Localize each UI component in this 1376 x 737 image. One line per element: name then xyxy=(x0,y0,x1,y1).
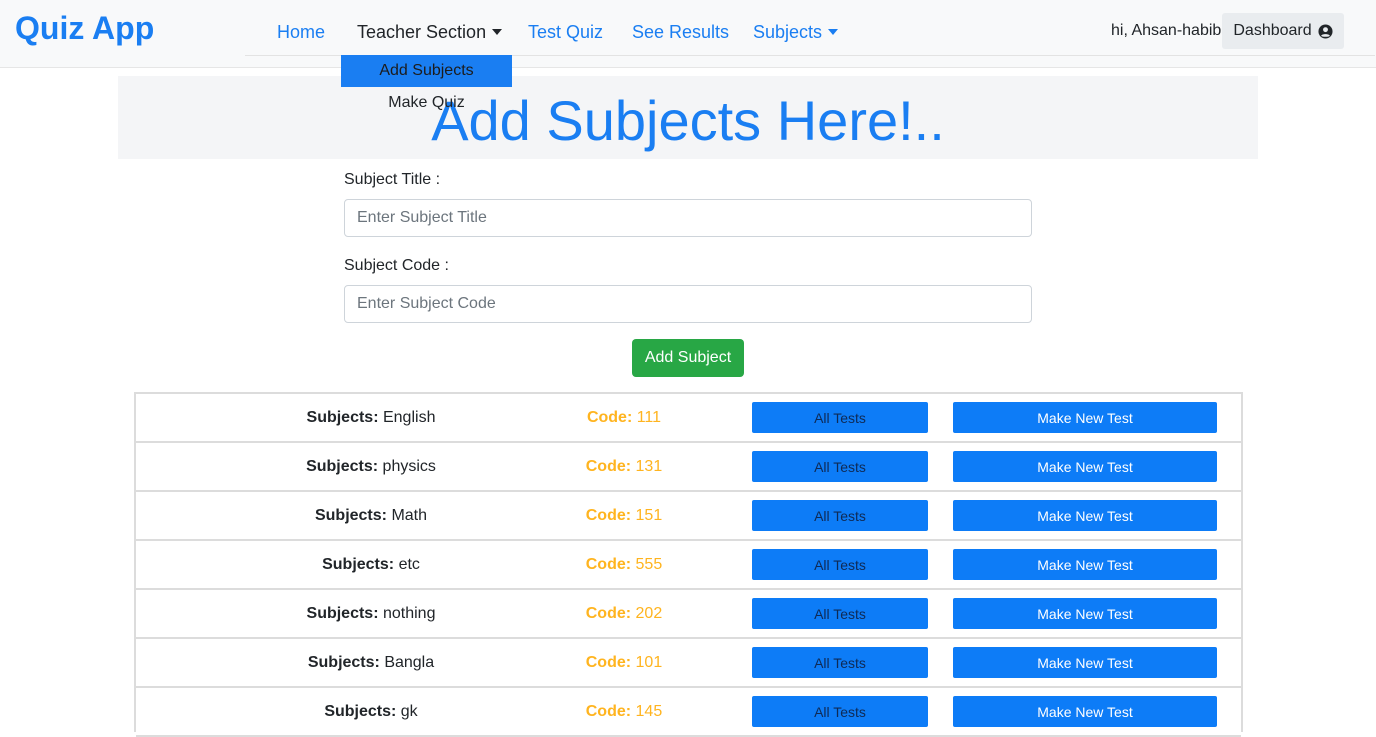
nav-link-home[interactable]: Home xyxy=(277,22,325,43)
subject-prefix: Subjects: xyxy=(314,506,387,524)
code-cell: Code: 151 xyxy=(526,492,722,539)
code-cell: Code: 111 xyxy=(526,394,722,441)
code-cell: Code: 202 xyxy=(526,590,722,637)
nav-dropdown-teacher-section-label: Teacher Section xyxy=(357,22,487,42)
dashboard-button[interactable]: Dashboard xyxy=(1222,13,1344,49)
user-greeting: hi, Ahsan-habib xyxy=(1111,22,1222,39)
code-prefix: Code: xyxy=(585,653,632,671)
page-title: Add Subjects Here!.. xyxy=(431,89,945,152)
make-new-test-button[interactable]: Make New Test xyxy=(953,549,1217,580)
subject-prefix: Subjects: xyxy=(307,653,380,671)
subject-name: physics xyxy=(382,457,436,475)
code-prefix: Code: xyxy=(585,506,632,524)
code-cell: Code: 131 xyxy=(526,443,722,490)
subject-code-label: Subject Code : xyxy=(344,257,449,274)
subject-code: 101 xyxy=(635,653,663,671)
table-row: Subjects: English Code: 111 All Tests Ma… xyxy=(136,394,1241,443)
caret-down-icon xyxy=(828,29,839,35)
subject-name: gk xyxy=(400,702,418,720)
code-prefix: Code: xyxy=(585,702,632,720)
subject-prefix: Subjects: xyxy=(324,702,397,720)
all-tests-button[interactable]: All Tests xyxy=(752,500,928,531)
table-row: Subjects: etc Code: 555 All Tests Make N… xyxy=(136,541,1241,590)
table-row: Subjects: Math Code: 151 All Tests Make … xyxy=(136,492,1241,541)
subject-name: English xyxy=(382,408,436,426)
add-subject-button[interactable]: Add Subject xyxy=(632,339,744,377)
subject-code: 111 xyxy=(636,408,662,426)
dashboard-button-label: Dashboard xyxy=(1233,22,1312,39)
dropdown-item-make-quiz[interactable]: Make Quiz xyxy=(341,87,512,119)
subject-title-label: Subject Title : xyxy=(344,171,441,188)
subject-name: Math xyxy=(391,506,428,524)
brand-logo[interactable]: Quiz App xyxy=(15,10,154,47)
subject-title-input[interactable] xyxy=(344,199,1032,237)
caret-down-icon xyxy=(492,29,503,35)
user-circle-icon xyxy=(1318,23,1333,39)
make-new-test-button[interactable]: Make New Test xyxy=(953,500,1217,531)
subject-code: 151 xyxy=(635,506,663,524)
all-tests-button[interactable]: All Tests xyxy=(752,451,928,482)
subject-code: 555 xyxy=(635,555,663,573)
subject-prefix: Subjects: xyxy=(322,555,395,573)
subject-name: Bangla xyxy=(384,653,435,671)
nav-link-see-results[interactable]: See Results xyxy=(632,22,729,43)
nav-link-test-quiz[interactable]: Test Quiz xyxy=(528,22,603,43)
subject-prefix: Subjects: xyxy=(306,408,379,426)
subject-code: 131 xyxy=(635,457,663,475)
subject-name: etc xyxy=(398,555,420,573)
code-prefix: Code: xyxy=(585,457,632,475)
table-row: Subjects: physics Code: 131 All Tests Ma… xyxy=(136,443,1241,492)
dropdown-item-add-subjects[interactable]: Add Subjects xyxy=(341,55,512,87)
subject-prefix: Subjects: xyxy=(306,604,379,622)
subject-code-input[interactable] xyxy=(344,285,1032,323)
navbar: Quiz App Home Teacher Section Test Quiz … xyxy=(0,0,1376,68)
all-tests-button[interactable]: All Tests xyxy=(752,402,928,433)
code-cell: Code: 145 xyxy=(526,688,722,735)
teacher-section-dropdown-menu: Add Subjects Make Quiz xyxy=(341,55,512,119)
subject-name: nothing xyxy=(382,604,436,622)
code-prefix: Code: xyxy=(585,555,632,573)
make-new-test-button[interactable]: Make New Test xyxy=(953,402,1217,433)
code-prefix: Code: xyxy=(586,408,633,426)
all-tests-button[interactable]: All Tests xyxy=(752,598,928,629)
table-row: Subjects: Bangla Code: 101 All Tests Mak… xyxy=(136,639,1241,688)
all-tests-button[interactable]: All Tests xyxy=(752,549,928,580)
table-row: Subjects: nothing Code: 202 All Tests Ma… xyxy=(136,590,1241,639)
subject-code: 202 xyxy=(635,604,663,622)
subject-code: 145 xyxy=(635,702,663,720)
jumbotron: Add Subjects Here!.. xyxy=(118,76,1258,159)
nav-dropdown-subjects[interactable]: Subjects xyxy=(753,22,839,43)
make-new-test-button[interactable]: Make New Test xyxy=(953,696,1217,727)
nav-dropdown-teacher-section[interactable]: Teacher Section xyxy=(357,22,503,43)
all-tests-button[interactable]: All Tests xyxy=(752,647,928,678)
make-new-test-button[interactable]: Make New Test xyxy=(953,647,1217,678)
nav-dropdown-subjects-label: Subjects xyxy=(753,22,823,42)
subject-prefix: Subjects: xyxy=(306,457,379,475)
all-tests-button[interactable]: All Tests xyxy=(752,696,928,727)
code-prefix: Code: xyxy=(585,604,632,622)
make-new-test-button[interactable]: Make New Test xyxy=(953,598,1217,629)
code-cell: Code: 555 xyxy=(526,541,722,588)
table-row: Subjects: gk Code: 145 All Tests Make Ne… xyxy=(136,688,1241,737)
code-cell: Code: 101 xyxy=(526,639,722,686)
make-new-test-button[interactable]: Make New Test xyxy=(953,451,1217,482)
subjects-table: Subjects: English Code: 111 All Tests Ma… xyxy=(134,392,1243,737)
